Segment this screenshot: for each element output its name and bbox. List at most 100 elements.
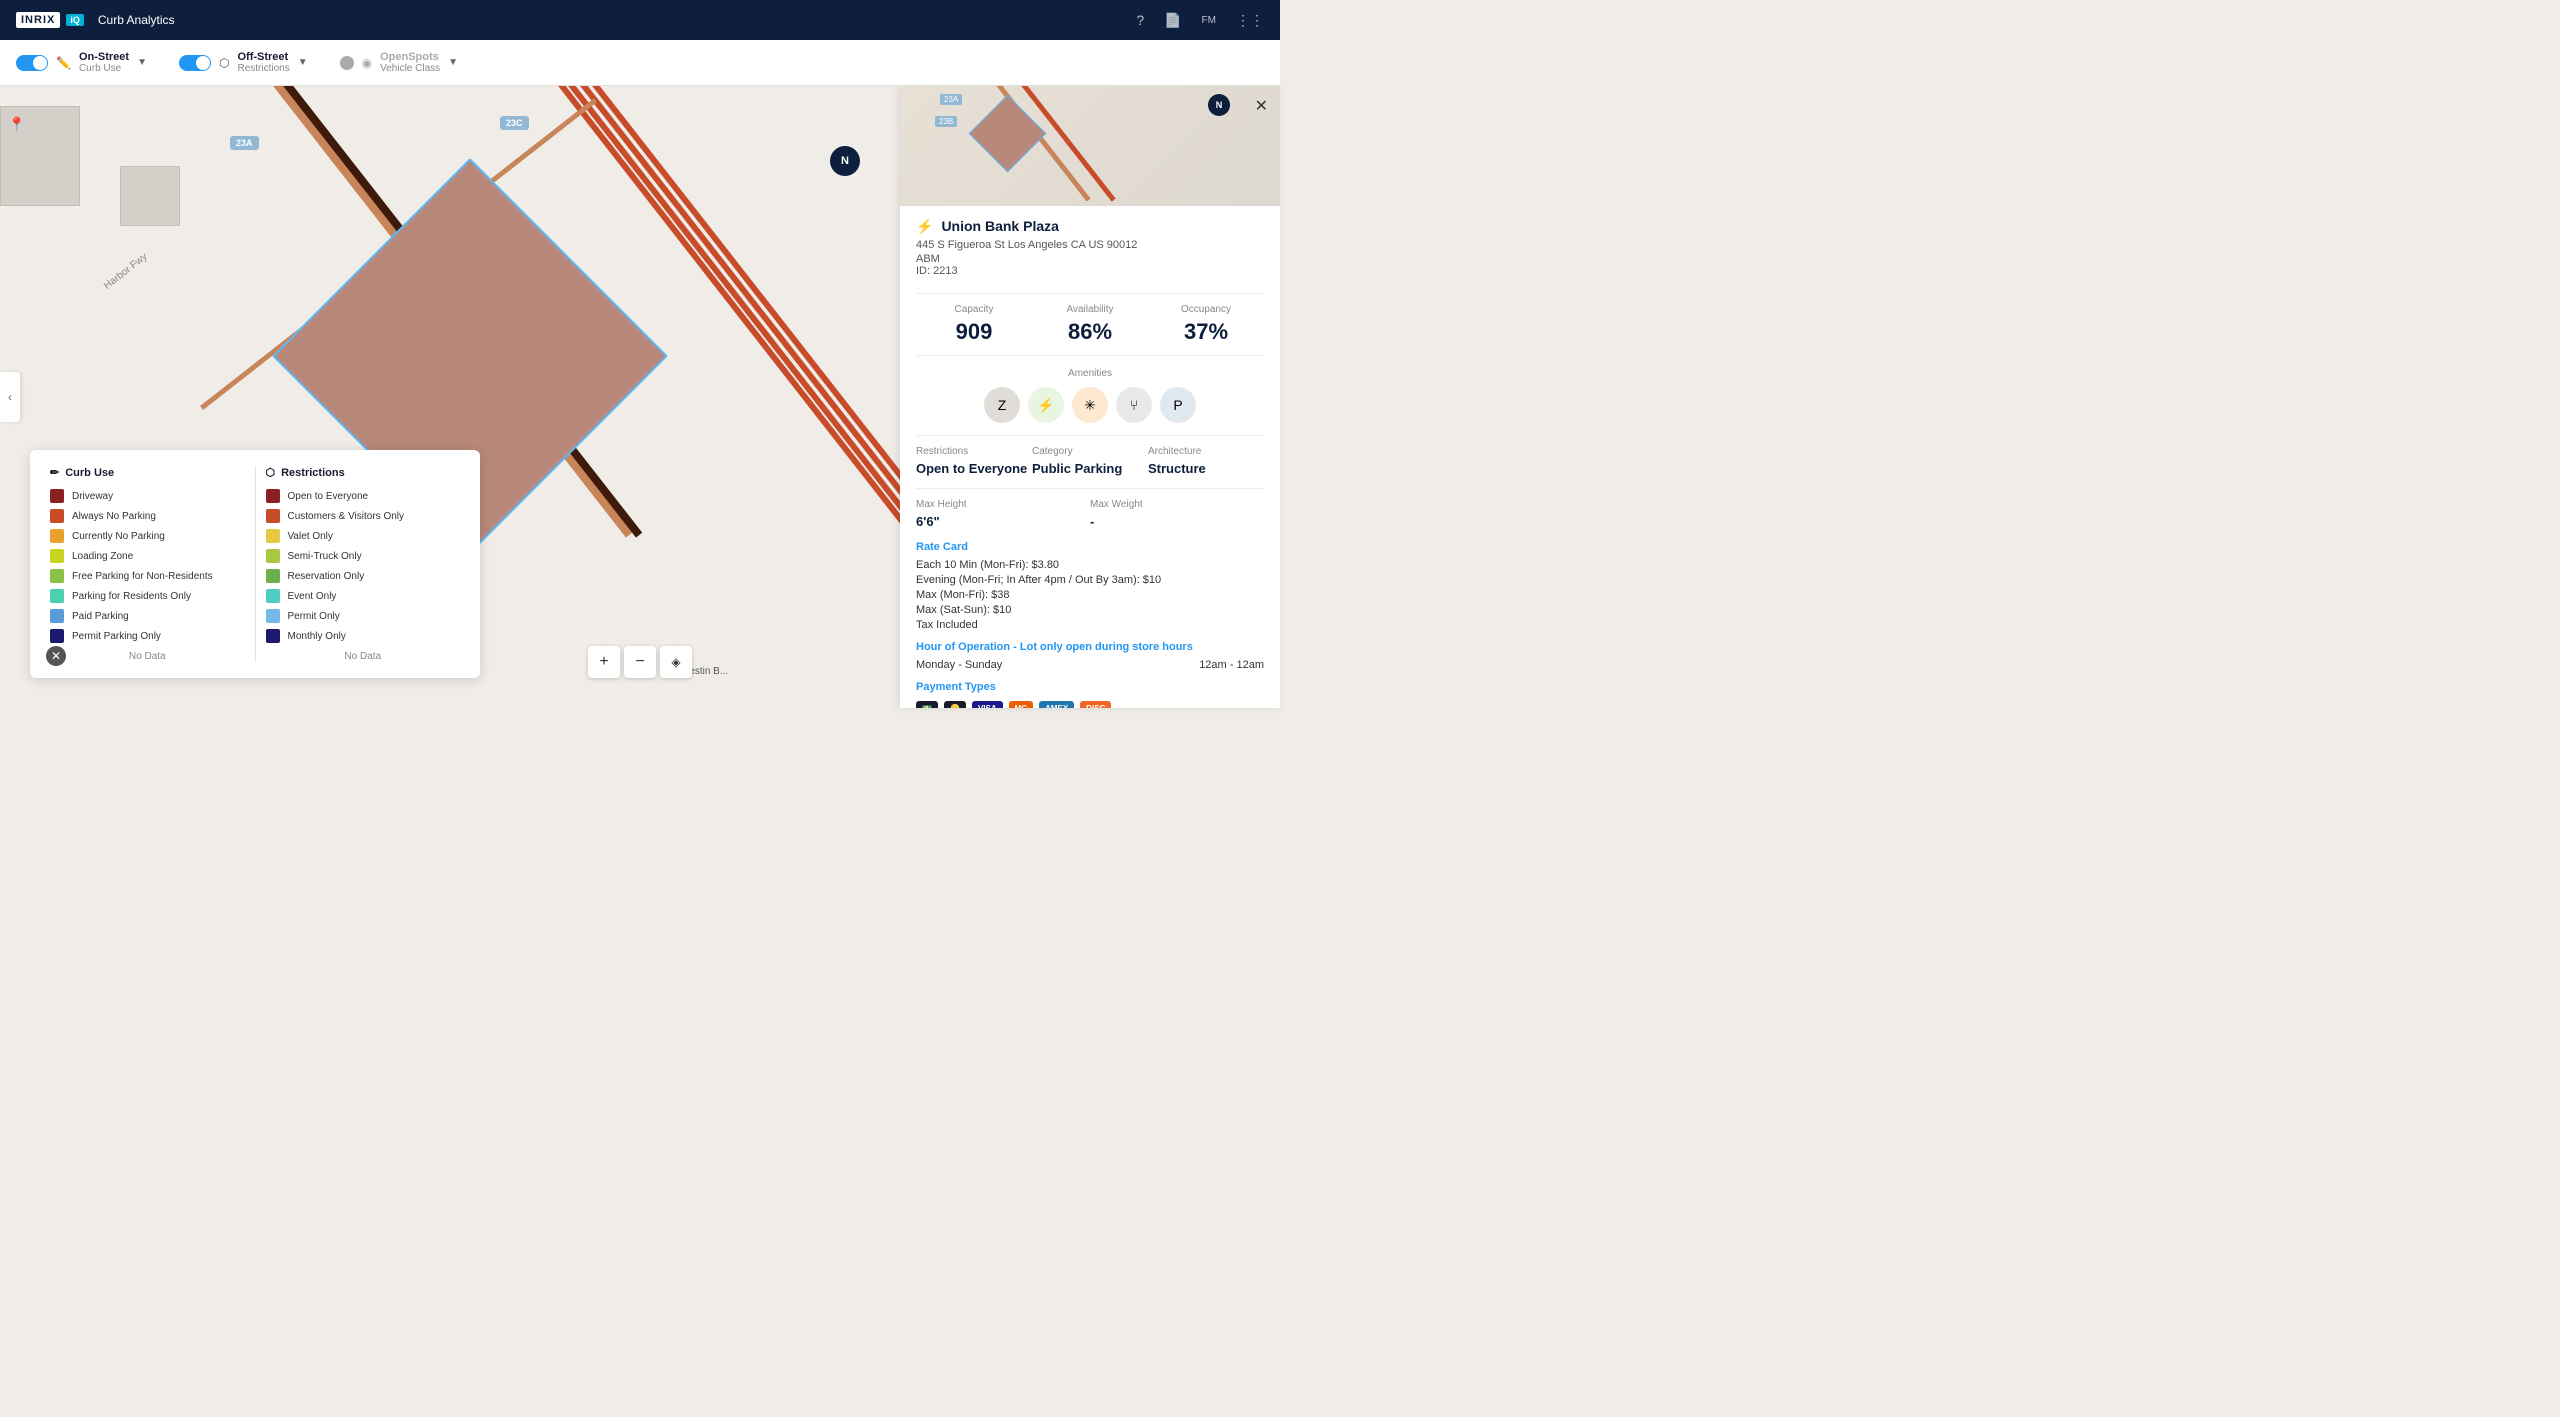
legend-permit-only-r: Permit Only: [266, 609, 461, 623]
zoom-in-button[interactable]: +: [588, 646, 620, 678]
capacity-stat: Capacity 909: [916, 304, 1032, 345]
architecture-cell-value: Structure: [1148, 461, 1264, 476]
restrictions-cell-value: Open to Everyone: [916, 461, 1032, 476]
document-icon[interactable]: 📄: [1164, 12, 1181, 29]
payment-row: 💵 🪙 VISA MC AMEX DISC: [916, 701, 1264, 708]
permit-only-swatch: [266, 609, 280, 623]
max-height-value: 6'6": [916, 514, 1090, 529]
map-controls: + − ◈: [588, 646, 692, 678]
amenity-bolt: ⚡: [1028, 387, 1064, 423]
open-spots-icon: ◉: [362, 56, 372, 70]
toolbar: ✏️ On-Street Curb Use ▼ ⬡ Off-Street Res…: [0, 40, 1280, 86]
bolt-icon: ⚡: [916, 218, 933, 235]
location-pin-icon[interactable]: 📍: [8, 116, 25, 133]
loading-swatch: [50, 549, 64, 563]
restrictions-cell-label: Restrictions: [916, 446, 1032, 457]
open-spots-toggle[interactable]: [340, 56, 354, 70]
rate-card-section: Rate Card Each 10 Min (Mon-Fri): $3.80 E…: [916, 541, 1264, 631]
inrix-logo: INRIX: [16, 12, 60, 28]
payment-title: Payment Types: [916, 681, 1264, 693]
occupancy-value: 37%: [1148, 319, 1264, 345]
legend-reservation-only: Reservation Only: [266, 569, 461, 583]
facility-meta1: ABM: [916, 253, 1264, 265]
payment-amex: AMEX: [1039, 701, 1074, 708]
max-weight-cell: Max Weight -: [1090, 499, 1264, 529]
category-cell-value: Public Parking: [1032, 461, 1148, 476]
sidebar-toggle[interactable]: ‹: [0, 372, 20, 422]
stats-row: Capacity 909 Availability 86% Occupancy …: [916, 293, 1264, 356]
mini-north-badge: N: [1208, 94, 1230, 116]
off-street-icon: ⬡: [219, 56, 229, 70]
legend-close-button[interactable]: ✕: [46, 646, 66, 666]
valet-swatch: [266, 529, 280, 543]
logo: INRIX iQ Curb Analytics: [16, 12, 175, 28]
harbor-fwy-label: Harbor Fwy: [102, 251, 150, 291]
occupancy-label: Occupancy: [1148, 304, 1264, 315]
amenities-section: Amenities Z ⚡ ✳ ⑂ P: [916, 368, 1264, 423]
paid-swatch: [50, 609, 64, 623]
hours-time: 12am - 12am: [1199, 659, 1264, 671]
availability-value: 86%: [1032, 319, 1148, 345]
capacity-label: Capacity: [916, 304, 1032, 315]
amenity-star: ✳: [1072, 387, 1108, 423]
facility-id: ID: 2213: [916, 265, 1264, 277]
payment-disc: DISC: [1080, 701, 1111, 708]
detail-close-button[interactable]: ✕: [1255, 96, 1268, 116]
curb-use-header: Curb Use: [65, 467, 114, 479]
semi-truck-swatch: [266, 549, 280, 563]
off-street-label: Off-Street: [237, 51, 289, 63]
availability-stat: Availability 86%: [1032, 304, 1148, 345]
amenities-row: Z ⚡ ✳ ⑂ P: [916, 387, 1264, 423]
availability-label: Availability: [1032, 304, 1148, 315]
north-badge: N: [830, 146, 860, 176]
driveway-swatch: [50, 489, 64, 503]
free-parking-swatch: [50, 569, 64, 583]
rate-1: Evening (Mon-Fri; In After 4pm / Out By …: [916, 574, 1264, 586]
layer-button[interactable]: ◈: [660, 646, 692, 678]
payment-section: Payment Types 💵 🪙 VISA MC AMEX DISC: [916, 681, 1264, 708]
architecture-cell-label: Architecture: [1148, 446, 1264, 457]
amenity-z: Z: [984, 387, 1020, 423]
on-street-sub: Curb Use: [79, 63, 129, 74]
legend-event-only: Event Only: [266, 589, 461, 603]
grid-icon[interactable]: ⋮⋮: [1236, 12, 1264, 29]
off-street-toggle[interactable]: [179, 55, 211, 71]
legend-free-parking: Free Parking for Non-Residents: [50, 569, 245, 583]
on-street-icon: ✏️: [56, 56, 71, 70]
max-weight-label: Max Weight: [1090, 499, 1264, 510]
customers-swatch: [266, 509, 280, 523]
help-icon[interactable]: ?: [1136, 12, 1144, 28]
legend-driveway: Driveway: [50, 489, 245, 503]
off-street-chevron[interactable]: ▼: [298, 57, 308, 68]
curb-use-legend: ✏ Curb Use Driveway Always No Parking Cu…: [50, 466, 245, 662]
legend-residents-only: Parking for Residents Only: [50, 589, 245, 603]
open-spots-chevron[interactable]: ▼: [448, 57, 458, 68]
zoom-out-button[interactable]: −: [624, 646, 656, 678]
restrictions-legend: ⬡ Restrictions Open to Everyone Customer…: [266, 466, 461, 662]
curb-no-data: No Data: [50, 651, 245, 662]
legend-valet-only: Valet Only: [266, 529, 461, 543]
zone-23a: 23A: [230, 136, 259, 150]
restrictions-header: Restrictions: [281, 467, 345, 479]
fm-icon[interactable]: FM: [1202, 15, 1216, 26]
amenity-p: P: [1160, 387, 1196, 423]
payment-coin: 🪙: [944, 701, 966, 708]
monthly-swatch: [266, 629, 280, 643]
panel-content: ⚡ Union Bank Plaza 445 S Figueroa St Los…: [900, 206, 1280, 708]
occupancy-stat: Occupancy 37%: [1148, 304, 1264, 345]
amenities-label: Amenities: [916, 368, 1264, 379]
detail-panel: N 23A 23B ✕ ⚡ Union Bank Plaza 445 S Fig…: [900, 86, 1280, 708]
on-street-chevron[interactable]: ▼: [137, 57, 147, 68]
permit-swatch: [50, 629, 64, 643]
legend-loading-zone: Loading Zone: [50, 549, 245, 563]
open-spots-sub: Vehicle Class: [380, 63, 440, 74]
off-street-sub: Restrictions: [237, 63, 289, 74]
app-header: INRIX iQ Curb Analytics ? 📄 FM ⋮⋮: [0, 0, 1280, 40]
info-grid-2: Max Height 6'6" Max Weight -: [916, 488, 1264, 529]
max-height-label: Max Height: [916, 499, 1090, 510]
rate-card-title: Rate Card: [916, 541, 1264, 553]
on-street-toggle[interactable]: [16, 55, 48, 71]
legend-currently-no-parking: Currently No Parking: [50, 529, 245, 543]
category-cell-label: Category: [1032, 446, 1148, 457]
zone-23c: 23C: [500, 116, 529, 130]
